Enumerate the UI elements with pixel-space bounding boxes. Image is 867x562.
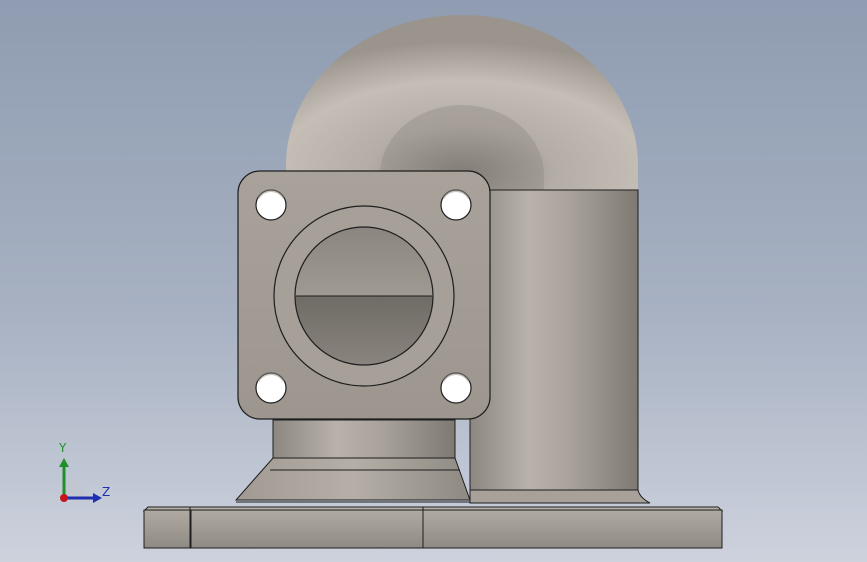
flange-neck (272, 419, 456, 459)
cad-model[interactable] (0, 0, 867, 562)
base-plate (143, 509, 723, 549)
y-axis-arrow (59, 458, 69, 467)
neck-cone (234, 457, 471, 501)
coordinate-triad: Y Z (50, 440, 120, 510)
z-axis-arrow (93, 493, 102, 503)
y-axis-label: Y (59, 441, 67, 455)
origin-dot (60, 494, 68, 502)
pipe-fillet (469, 489, 651, 504)
graphics-viewport[interactable]: Y Z (0, 0, 867, 562)
vertical-pipe (469, 189, 639, 491)
z-axis-label: Z (102, 485, 111, 499)
